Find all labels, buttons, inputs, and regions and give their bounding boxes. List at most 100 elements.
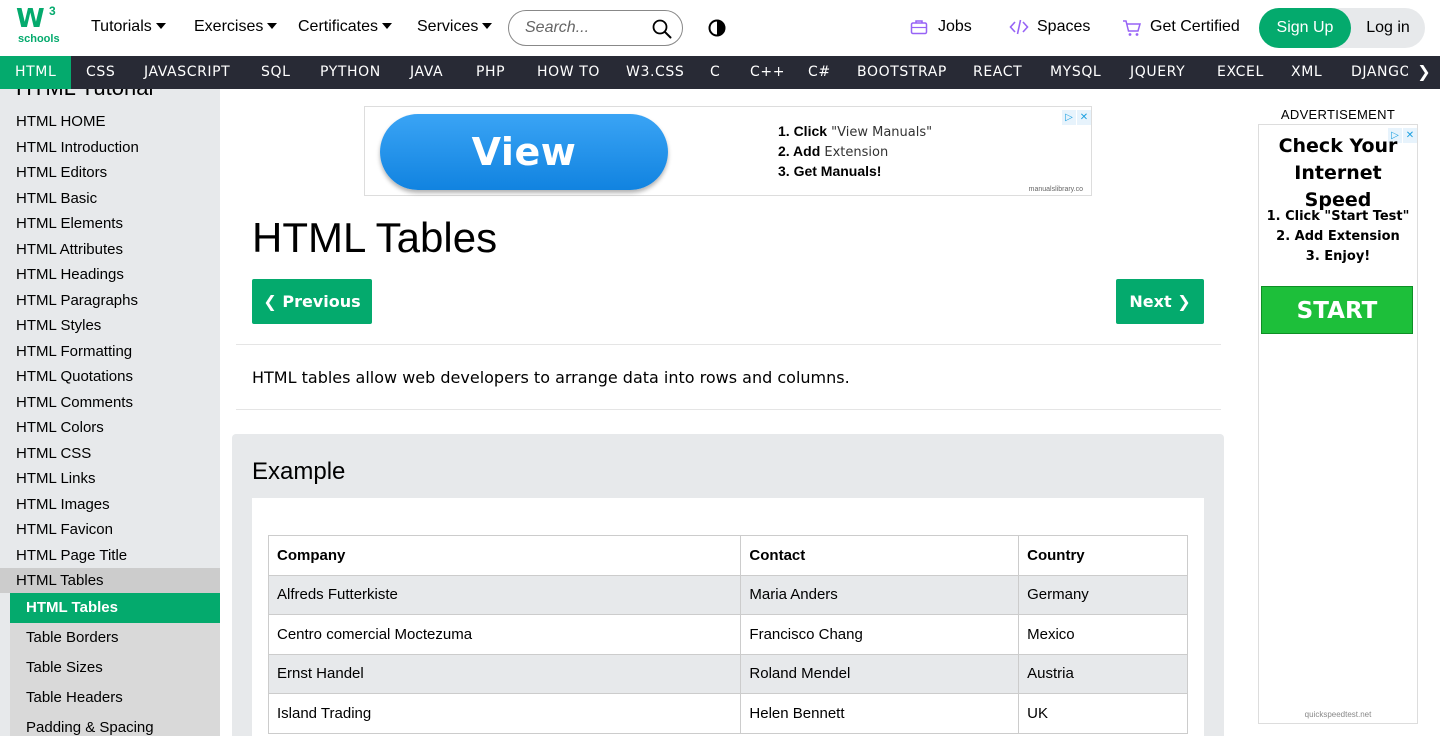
sidebar-item[interactable]: HTML Introduction	[0, 135, 220, 160]
contrast-toggle-icon[interactable]	[708, 19, 726, 37]
logo-w: W	[16, 4, 45, 34]
sidebar-item[interactable]: HTML Colors	[0, 415, 220, 440]
spaces-link[interactable]: Spaces	[1009, 18, 1090, 36]
sidebar-item[interactable]: HTML Comments	[0, 390, 220, 415]
subnav-scroll-right-icon[interactable]: ❯	[1408, 56, 1440, 89]
ad-step3: 3. Get Manuals!	[778, 163, 882, 179]
ad-step1: 1. Click "Start Test"	[1266, 209, 1410, 224]
sidebar-item[interactable]: HTML HOME	[0, 109, 220, 134]
table-cell: Austria	[1018, 653, 1188, 694]
subnav-item-cpp[interactable]: C++	[735, 56, 800, 89]
sidebar-title: HTML Tutorial	[16, 89, 153, 101]
subnav-item-react[interactable]: REACT	[958, 56, 1037, 89]
view-manuals-ad-button[interactable]: View Manuals	[380, 114, 668, 250]
sidebar-item[interactable]: HTML CSS	[0, 441, 220, 466]
sidebar-item[interactable]: HTML Quotations	[0, 364, 220, 389]
ad-source: quickspeedtest.net	[1304, 710, 1372, 719]
search-box	[508, 10, 683, 46]
sidebar-subitem[interactable]: Table Headers	[10, 683, 220, 713]
example-output: Company Contact Country Alfreds Futterki…	[252, 498, 1204, 736]
services-label: Services	[417, 18, 479, 35]
jobs-label: Jobs	[938, 18, 972, 35]
sidebar-item[interactable]: HTML Editors	[0, 160, 220, 185]
advertisement-label: ADVERTISEMENT	[1280, 107, 1396, 122]
sidebar-subitem[interactable]: Table Sizes	[10, 653, 220, 683]
get-certified-label: Get Certified	[1150, 18, 1240, 35]
page-title: HTML Tables	[252, 214, 498, 261]
sidebar-item[interactable]: HTML Headings	[0, 262, 220, 287]
subnav-item-excel[interactable]: EXCEL	[1202, 56, 1279, 89]
tutorials-label: Tutorials	[91, 18, 152, 35]
sidebar-item[interactable]: HTML Paragraphs	[0, 288, 220, 313]
sign-up-button[interactable]: Sign Up	[1259, 8, 1351, 48]
subnav-item-php[interactable]: PHP	[461, 56, 520, 89]
table-cell: Alfreds Futterkiste	[267, 574, 742, 615]
sidebar-item[interactable]: HTML Attributes	[0, 237, 220, 262]
subnav-item-jquery[interactable]: JQUERY	[1115, 56, 1200, 89]
get-certified-link[interactable]: Get Certified	[1122, 18, 1240, 36]
ad-choices-badge[interactable]: ▷ ✕	[1061, 107, 1091, 125]
subnav-item-w3css[interactable]: W3.CSS	[611, 56, 699, 89]
sidebar-item[interactable]: HTML Styles	[0, 313, 220, 338]
certificates-menu[interactable]: Certificates	[298, 18, 393, 36]
subnav-item-how-to[interactable]: HOW TO	[522, 56, 615, 89]
briefcase-icon	[910, 20, 928, 35]
subnav-item-sql[interactable]: SQL	[246, 56, 306, 89]
subnav-item-xml[interactable]: XML	[1276, 56, 1337, 89]
table-header-cell: Contact	[740, 535, 1020, 576]
subnav-item-csharp[interactable]: C#	[793, 56, 846, 89]
subnav-item-css[interactable]: CSS	[71, 56, 130, 89]
sidebar-subitem-active[interactable]: HTML Tables	[10, 593, 220, 623]
tutorials-menu[interactable]: Tutorials	[91, 18, 166, 36]
language-subnav: HTML CSS JAVASCRIPT SQL PYTHON JAVA PHP …	[0, 56, 1440, 89]
search-input[interactable]	[525, 19, 645, 37]
subnav-item-c[interactable]: C	[695, 56, 735, 89]
sidebar-item[interactable]: HTML Images	[0, 492, 220, 517]
sidebar-item[interactable]: HTML Basic	[0, 186, 220, 211]
log-in-button[interactable]: Log in	[1351, 8, 1425, 48]
previous-button[interactable]: ❮ Previous	[252, 279, 372, 324]
example-title: Example	[252, 458, 346, 485]
table-cell: Germany	[1018, 574, 1188, 615]
caret-down-icon	[482, 23, 493, 29]
subnav-item-javascript[interactable]: JAVASCRIPT	[129, 56, 245, 89]
table-cell: Helen Bennett	[740, 693, 1020, 734]
sidebar-subitem[interactable]: Table Borders	[10, 623, 220, 653]
cart-icon	[1123, 20, 1141, 36]
sidebar-item[interactable]: HTML Page Title	[0, 543, 220, 568]
table-header-cell: Company	[267, 535, 742, 576]
ad-step2-bold: 2. Add	[778, 143, 821, 159]
ad-step2: 2. Add Extension	[1276, 229, 1400, 244]
ad-source: manualslibrary.co	[1028, 186, 1083, 193]
jobs-link[interactable]: Jobs	[910, 18, 972, 36]
services-menu[interactable]: Services	[417, 18, 493, 36]
w3schools-logo[interactable]: W 3 schools	[16, 4, 60, 48]
start-test-button[interactable]: START TEST	[1261, 286, 1413, 372]
top-banner-ad[interactable]: View Manuals 1. Click "View Manuals" 2. …	[364, 106, 1092, 250]
subnav-item-mysql[interactable]: MYSQL	[1035, 56, 1116, 89]
right-sidebar-ad[interactable]: ▷ ✕ Check Your Internet Speed 1. Click "S…	[1258, 124, 1418, 724]
subnav-item-java[interactable]: JAVA	[395, 56, 458, 89]
exercises-menu[interactable]: Exercises	[194, 18, 278, 36]
subnav-item-bootstrap[interactable]: BOOTSTRAP	[842, 56, 962, 89]
subnav-item-python[interactable]: PYTHON	[305, 56, 396, 89]
auth-group: Sign Up Log in	[1259, 8, 1425, 48]
sidebar-item[interactable]: HTML Elements	[0, 211, 220, 236]
sidebar-subitem[interactable]: Padding & Spacing	[10, 713, 220, 736]
left-sidebar: HTML Tutorial HTML HOME HTML Introductio…	[0, 89, 220, 736]
next-button[interactable]: Next ❯	[1116, 279, 1204, 324]
table-row: Island Trading Helen Bennett UK	[267, 693, 1188, 734]
sidebar-item-current[interactable]: HTML Tables	[0, 568, 220, 593]
subnav-item-html[interactable]: HTML	[0, 56, 72, 89]
table-cell: Ernst Handel	[267, 653, 742, 694]
search-icon[interactable]	[652, 19, 672, 39]
sidebar-item[interactable]: HTML Favicon	[0, 517, 220, 542]
sidebar-item[interactable]: HTML Formatting	[0, 339, 220, 364]
ad-close-icon[interactable]: ✕	[1077, 110, 1091, 125]
ad-info-icon: ▷	[1062, 110, 1076, 125]
ad-steps: 1. Click "Start Test" 2. Add Extension 3…	[1259, 207, 1417, 267]
table-header-row: Company Contact Country	[267, 535, 1188, 576]
caret-down-icon	[267, 23, 278, 29]
sidebar-item[interactable]: HTML Links	[0, 466, 220, 491]
ad-step1-rest: "View Manuals"	[827, 125, 933, 140]
